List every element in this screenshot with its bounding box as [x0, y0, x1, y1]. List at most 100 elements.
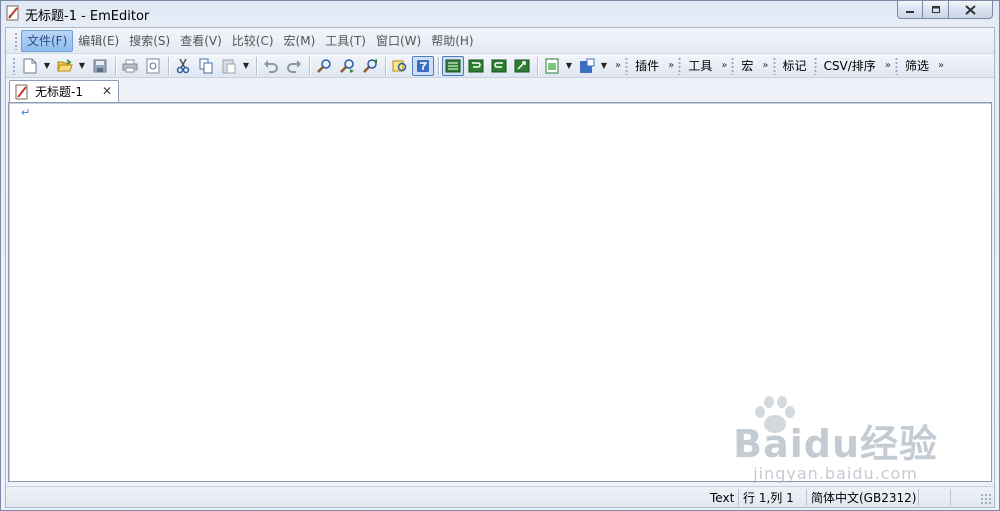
highlight-button[interactable] [389, 56, 411, 76]
menu-bar: 文件(F) 编辑(E) 搜索(S) 查看(V) 比较(C) 宏(M) 工具(T)… [6, 28, 994, 54]
toolbar-markers[interactable]: 标记 [778, 56, 812, 76]
encoding-button[interactable] [541, 56, 563, 76]
cut-icon [176, 58, 190, 73]
find-prev-button[interactable] [359, 56, 381, 76]
config-dropdown[interactable]: ▼ [599, 56, 609, 76]
copy-button[interactable] [195, 56, 217, 76]
status-position[interactable]: 行 1,列 1 [738, 489, 804, 506]
find-button[interactable] [313, 56, 335, 76]
toolbar-separator [438, 56, 439, 75]
menu-window[interactable]: 窗口(W) [371, 30, 426, 52]
status-bar: Text 行 1,列 1 简体中文(GB2312) [6, 486, 994, 507]
toolbar-grip[interactable] [625, 56, 629, 75]
resize-grip[interactable] [980, 493, 992, 505]
toolbar-tools[interactable]: 工具 [683, 56, 717, 76]
config-icon [580, 58, 595, 73]
wrap-window-button[interactable] [465, 56, 487, 76]
toolbar-overflow-chevron[interactable]: » [762, 60, 768, 71]
title-bar[interactable]: 无标题-1 - EmEditor [1, 1, 999, 25]
minimize-icon [906, 10, 914, 13]
menu-file[interactable]: 文件(F) [21, 29, 74, 52]
status-mode[interactable]: Text [706, 489, 738, 506]
toolbar-overflow-chevron[interactable]: » [668, 60, 674, 71]
paste-button[interactable] [218, 56, 240, 76]
menu-help[interactable]: 帮助(H) [426, 30, 478, 52]
minimize-button[interactable] [897, 1, 923, 19]
toolbar-grip[interactable] [813, 56, 817, 75]
menu-edit[interactable]: 编辑(E) [73, 30, 124, 52]
print-preview-button[interactable] [142, 56, 164, 76]
client-area: 文件(F) 编辑(E) 搜索(S) 查看(V) 比较(C) 宏(M) 工具(T)… [5, 27, 995, 508]
toolbar-macros[interactable]: 宏 [736, 56, 758, 76]
config-button[interactable] [576, 56, 598, 76]
new-button[interactable] [19, 56, 41, 76]
toolbar-overflow-chevron[interactable]: » [938, 60, 944, 71]
toolbar-filter[interactable]: 筛选 [900, 56, 934, 76]
document-icon [15, 84, 28, 99]
status-encoding[interactable]: 简体中文(GB2312) [806, 489, 916, 506]
emeditor-app-icon[interactable] [5, 5, 21, 21]
toolbar-grip[interactable] [772, 56, 776, 75]
toolbar-separator [537, 56, 538, 75]
toolbar-grip[interactable] [731, 56, 735, 75]
toolbar-grip[interactable] [894, 56, 898, 75]
filter-icon [417, 59, 429, 72]
toolbar-overflow-chevron[interactable]: » [721, 60, 727, 71]
new-dropdown[interactable]: ▼ [42, 56, 52, 76]
toolbar-separator [256, 56, 257, 75]
redo-button[interactable] [283, 56, 305, 76]
print-preview-icon [146, 58, 160, 73]
find-next-icon [340, 58, 354, 73]
app-window: 无标题-1 - EmEditor 文件(F) 编辑(E) 搜索(S) 查看(V)… [0, 0, 1000, 511]
menu-compare[interactable]: 比较(C) [227, 30, 279, 52]
text-editor[interactable]: ↵ [8, 102, 992, 482]
toolbar-separator [385, 56, 386, 75]
find-next-button[interactable] [336, 56, 358, 76]
maximize-button[interactable] [923, 1, 949, 19]
save-button[interactable] [89, 56, 111, 76]
print-icon [122, 59, 138, 72]
toolbar-grip[interactable] [12, 56, 16, 75]
encoding-dropdown[interactable]: ▼ [564, 56, 574, 76]
undo-button[interactable] [260, 56, 282, 76]
toolbar-plugins[interactable]: 插件 [630, 56, 664, 76]
menu-tools[interactable]: 工具(T) [320, 30, 371, 52]
menu-macro[interactable]: 宏(M) [279, 30, 321, 52]
open-dropdown[interactable]: ▼ [77, 56, 87, 76]
window-title: 无标题-1 - EmEditor [25, 9, 150, 24]
open-button[interactable] [54, 56, 76, 76]
wrap-page-button[interactable] [511, 56, 533, 76]
menubar-grip[interactable] [14, 31, 18, 50]
menu-view[interactable]: 查看(V) [175, 30, 227, 52]
tab-close-button[interactable]: ✕ [102, 84, 112, 98]
toolbar-separator [168, 56, 169, 75]
status-empty-panel [918, 489, 948, 506]
close-button[interactable] [949, 1, 993, 19]
find-prev-icon [363, 58, 377, 73]
wrap-char-button[interactable] [488, 56, 510, 76]
wrap-char-icon [491, 59, 507, 72]
cut-button[interactable] [172, 56, 194, 76]
find-icon [317, 58, 331, 73]
wrap-none-button[interactable] [442, 55, 464, 76]
filter-toggle-button[interactable] [412, 55, 434, 76]
restore-icon [931, 6, 940, 13]
menu-search[interactable]: 搜索(S) [124, 30, 175, 52]
end-of-line-mark: ↵ [21, 106, 31, 119]
toolbar-separator [309, 56, 310, 75]
open-file-icon [57, 58, 73, 71]
main-toolbar: ▼ ▼ ▼ ▼ ▼ » 插件 » 工具 » 宏 » 标记 CSV/排序 » 筛选… [6, 54, 994, 78]
new-file-icon [23, 58, 37, 73]
toolbar-overflow-chevron[interactable]: » [885, 60, 891, 71]
toolbar-overflow-chevron[interactable]: » [615, 60, 621, 71]
paste-dropdown[interactable]: ▼ [241, 56, 251, 76]
encoding-icon [545, 58, 559, 73]
highlight-icon [392, 60, 407, 71]
save-icon [93, 59, 107, 72]
status-empty-panel [950, 489, 978, 506]
tab-untitled-1[interactable]: 无标题-1 ✕ [9, 80, 119, 102]
print-button[interactable] [119, 56, 141, 76]
toolbar-csv-sort[interactable]: CSV/排序 [819, 56, 881, 76]
document-tab-bar: 无标题-1 ✕ [6, 79, 994, 102]
toolbar-grip[interactable] [678, 56, 682, 75]
